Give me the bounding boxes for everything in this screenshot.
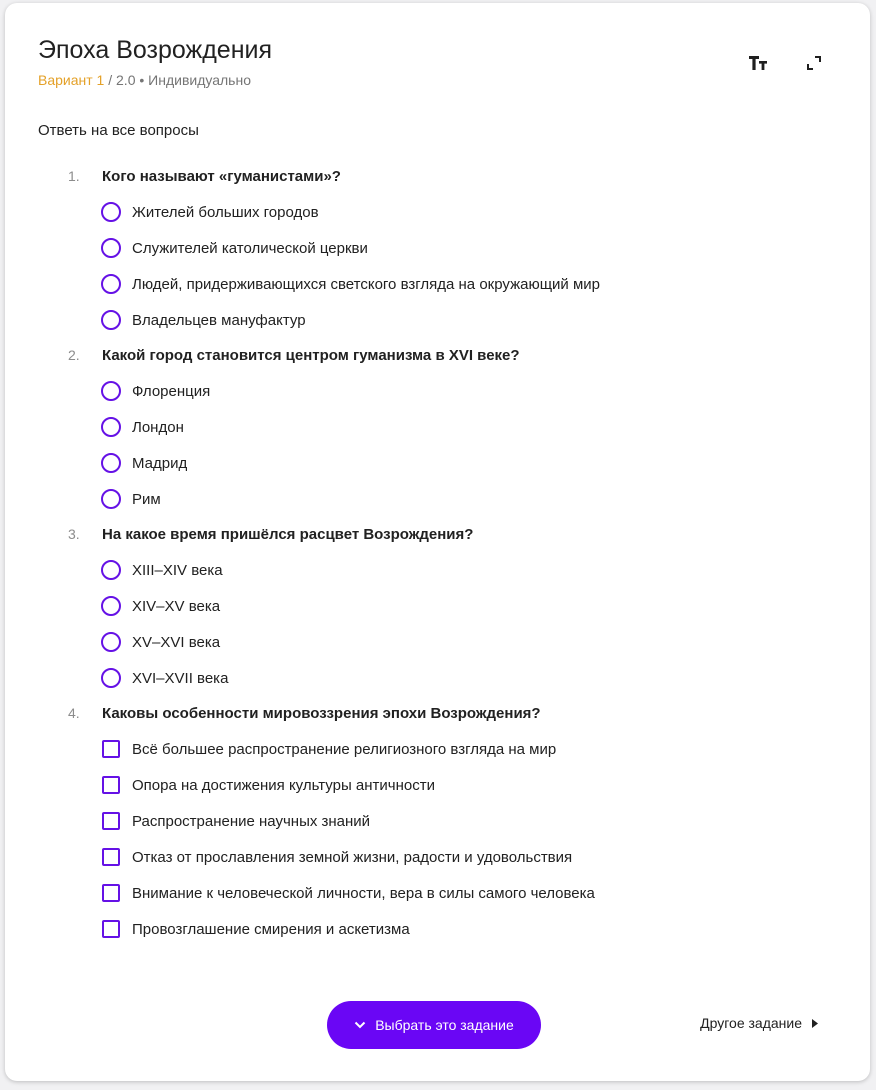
question-number: 4. xyxy=(68,705,80,721)
page-title: Эпоха Возрождения xyxy=(38,36,273,64)
question-header: 4. Каковы особенности мировоззрения эпохи… xyxy=(63,700,823,726)
answer-options: Флоренция Лондон Мадрид Рим xyxy=(63,373,823,517)
variant-label[interactable]: Вариант 1 xyxy=(38,72,104,88)
question-header: 3. На какое время пришёлся расцвет Возрож… xyxy=(63,521,823,547)
question-text: Каковы особенности мировоззрения эпохи В… xyxy=(102,704,541,722)
task-meta: Вариант 1 / 2.0 • Индивидуально xyxy=(38,72,251,88)
option-label: Людей, придерживающихся светского взгляд… xyxy=(132,275,600,293)
select-task-label: Выбрать это задание xyxy=(375,1017,514,1033)
radio-option[interactable]: XIV–XV века xyxy=(101,588,823,624)
option-label: Отказ от прославления земной жизни, радо… xyxy=(132,848,573,866)
option-label: Владельцев мануфактур xyxy=(132,311,306,329)
checkbox-option[interactable]: Внимание к человеческой личности, вера в… xyxy=(101,875,823,911)
radio-option[interactable]: Владельцев мануфактур xyxy=(101,302,823,338)
radio-button[interactable] xyxy=(101,668,121,688)
radio-button[interactable] xyxy=(101,489,121,509)
question-text: Какой город становится центром гуманизма… xyxy=(102,346,520,364)
other-task-label: Другое задание xyxy=(700,1015,802,1031)
checkbox[interactable] xyxy=(102,776,120,794)
checkbox-option[interactable]: Всё большее распространение религиозного… xyxy=(101,731,823,767)
radio-option[interactable]: Жителей больших городов xyxy=(101,194,823,230)
option-label: Служителей католической церкви xyxy=(132,239,368,257)
radio-button[interactable] xyxy=(101,274,121,294)
option-label: Всё большее распространение религиозного… xyxy=(132,740,557,758)
checkbox-option[interactable]: Распространение научных знаний xyxy=(101,803,823,839)
checkbox-option[interactable]: Отказ от прославления земной жизни, радо… xyxy=(101,839,823,875)
option-label: Рим xyxy=(132,490,161,508)
question-item: 1. Кого называют «гуманистами»? Жителей бо… xyxy=(63,163,823,338)
radio-option[interactable]: Людей, придерживающихся светского взгляд… xyxy=(101,266,823,302)
caret-right-icon xyxy=(812,1018,818,1028)
radio-button[interactable] xyxy=(101,238,121,258)
question-number: 1. xyxy=(68,168,80,184)
option-label: Распространение научных знаний xyxy=(132,812,371,830)
instruction-text: Ответь на все вопросы xyxy=(38,122,199,139)
option-label: Лондон xyxy=(132,418,184,436)
question-text: Кого называют «гуманистами»? xyxy=(102,167,341,185)
chevron-down-icon xyxy=(354,1021,366,1029)
answer-options: Жителей больших городов Служителей католи… xyxy=(63,194,823,338)
checkbox[interactable] xyxy=(102,812,120,830)
option-label: Жителей больших городов xyxy=(132,203,319,221)
option-label: Мадрид xyxy=(132,454,188,472)
radio-button[interactable] xyxy=(101,417,121,437)
expand-icon xyxy=(807,56,821,70)
option-label: Опора на достижения культуры античности xyxy=(132,776,435,794)
text-size-icon xyxy=(749,56,767,70)
radio-option[interactable]: Служителей католической церкви xyxy=(101,230,823,266)
checkbox-option[interactable]: Опора на достижения культуры античности xyxy=(101,767,823,803)
radio-option[interactable]: Лондон xyxy=(101,409,823,445)
radio-button[interactable] xyxy=(101,632,121,652)
radio-option[interactable]: XVI–XVII века xyxy=(101,660,823,696)
answer-options: XIII–XIV века XIV–XV века XV–XVI века XVI–X… xyxy=(63,552,823,696)
option-label: XIII–XIV века xyxy=(132,561,223,579)
radio-button[interactable] xyxy=(101,560,121,580)
radio-option[interactable]: XV–XVI века xyxy=(101,624,823,660)
task-card: Эпоха Возрождения Вариант 1 / 2.0 • Инди… xyxy=(5,3,870,1081)
checkbox[interactable] xyxy=(102,884,120,902)
task-meta-text: / 2.0 • Индивидуально xyxy=(104,72,251,88)
question-item: 2. Какой город становится центром гуманиз… xyxy=(63,342,823,517)
question-number: 2. xyxy=(68,347,80,363)
checkbox[interactable] xyxy=(102,848,120,866)
radio-button[interactable] xyxy=(101,381,121,401)
checkbox-option[interactable]: Провозглашение смирения и аскетизма xyxy=(101,911,823,947)
question-text: На какое время пришёлся расцвет Возрожде… xyxy=(102,525,474,543)
radio-option[interactable]: Флоренция xyxy=(101,373,823,409)
select-task-button[interactable]: Выбрать это задание xyxy=(327,1001,541,1049)
question-item: 4. Каковы особенности мировоззрения эпохи… xyxy=(63,700,823,947)
other-task-link[interactable]: Другое задание xyxy=(700,1015,818,1031)
radio-button[interactable] xyxy=(101,202,121,222)
option-label: XIV–XV века xyxy=(132,597,221,615)
radio-button[interactable] xyxy=(101,310,121,330)
option-label: Внимание к человеческой личности, вера в… xyxy=(132,884,595,902)
question-list: 1. Кого называют «гуманистами»? Жителей бо… xyxy=(63,163,823,951)
fullscreen-button[interactable] xyxy=(799,49,829,77)
checkbox[interactable] xyxy=(102,740,120,758)
radio-option[interactable]: XIII–XIV века xyxy=(101,552,823,588)
radio-button[interactable] xyxy=(101,596,121,616)
option-label: XVI–XVII века xyxy=(132,669,229,687)
radio-option[interactable]: Рим xyxy=(101,481,823,517)
text-size-button[interactable] xyxy=(743,49,773,77)
question-number: 3. xyxy=(68,526,80,542)
radio-option[interactable]: Мадрид xyxy=(101,445,823,481)
question-header: 1. Кого называют «гуманистами»? xyxy=(63,163,823,189)
radio-button[interactable] xyxy=(101,453,121,473)
option-label: Провозглашение смирения и аскетизма xyxy=(132,920,410,938)
option-label: XV–XVI века xyxy=(132,633,221,651)
toolbar xyxy=(743,49,829,77)
option-label: Флоренция xyxy=(132,382,211,400)
question-item: 3. На какое время пришёлся расцвет Возрож… xyxy=(63,521,823,696)
question-header: 2. Какой город становится центром гуманиз… xyxy=(63,342,823,368)
answer-options: Всё большее распространение религиозного… xyxy=(63,731,823,947)
checkbox[interactable] xyxy=(102,920,120,938)
